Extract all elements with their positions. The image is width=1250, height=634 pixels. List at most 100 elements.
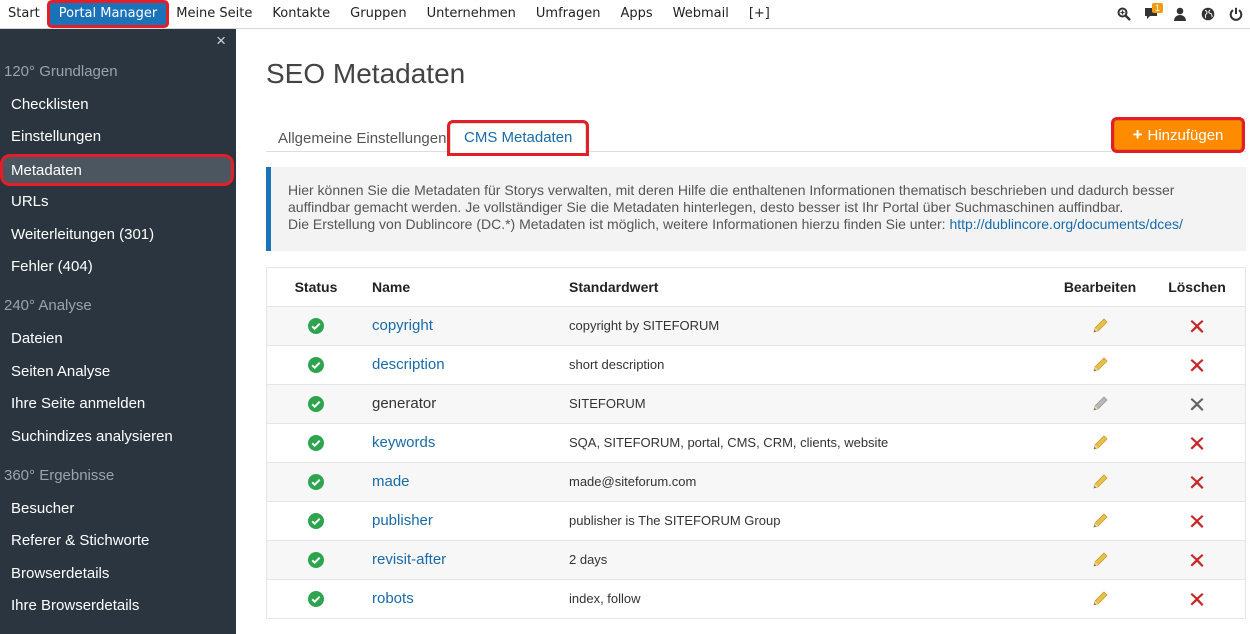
metadata-name[interactable]: revisit-after [372,541,446,579]
table-row: revisit-after 2 days [267,541,1245,580]
table-row: robots index, follow [267,580,1245,618]
delete-cross-icon[interactable] [1157,463,1237,501]
edit-pencil-icon[interactable] [1047,502,1153,540]
metadata-default-value: index, follow [569,591,641,606]
edit-pencil-icon[interactable] [1047,307,1153,345]
top-nav-items: Start Portal Manager Meine Seite Kontakte Gr… [0,0,780,28]
sidebar-item-ihre-browserdetails[interactable]: Ihre Browserdetails [0,590,236,622]
status-ok-icon [267,502,365,540]
info-text-2: Die Erstellung von Dublincore (DC.*) Met… [288,216,946,232]
nav-item-umfragen[interactable]: Umfragen [526,0,611,28]
metadata-default-value: SQA, SITEFORUM, portal, CMS, CRM, client… [569,435,889,450]
edit-pencil-icon[interactable] [1047,346,1153,384]
plus-icon: + [1132,125,1143,144]
table-row: generator SITEFORUM [267,385,1245,424]
header-delete: Löschen [1168,279,1226,295]
info-box: Hier können Sie die Metadaten für Storys… [266,167,1246,251]
add-button[interactable]: + Hinzufügen [1114,120,1242,150]
delete-cross-icon[interactable] [1157,541,1237,579]
sidebar-item-fehler-404[interactable]: Fehler (404) [0,251,236,283]
add-button-label: Hinzufügen [1147,126,1224,144]
header-edit: Bearbeiten [1063,279,1137,295]
notification-badge: 1 [1152,3,1164,13]
metadata-name[interactable]: robots [372,580,414,618]
dublincore-link[interactable]: http://dublincore.org/documents/dces/ [949,216,1182,232]
sidebar-item-checklisten[interactable]: Checklisten [0,89,236,121]
table-row: copyright copyright by SITEFORUM [267,307,1245,346]
sidebar-item-suchindizes-analysieren[interactable]: Suchindizes analysieren [0,421,236,453]
sidebar-item-metadaten[interactable]: Metadaten [0,153,234,186]
top-navigation: Start Portal Manager Meine Seite Kontakte Gr… [0,0,1250,29]
table-row: description short description [267,346,1245,385]
globe-icon[interactable] [1194,0,1222,28]
top-nav-icons: 1 [1110,0,1250,28]
edit-pencil-icon[interactable] [1047,463,1153,501]
info-text-1: Hier können Sie die Metadaten für Storys… [288,182,1175,215]
metadata-default-value: SITEFORUM [569,396,646,411]
metadata-name[interactable]: copyright [372,307,433,345]
table-row: keywords SQA, SITEFORUM, portal, CMS, CRM… [267,424,1245,463]
nav-item-[interactable]: [+] [739,0,780,28]
sidebar-item-dateien[interactable]: Dateien [0,323,236,355]
metadata-name: generator [372,395,437,412]
sidebar-item-browserdetails[interactable]: Browserdetails [0,558,236,590]
status-ok-icon [267,307,365,345]
delete-cross-icon[interactable] [1157,346,1237,384]
sidebar-item-weiterleitungen-301[interactable]: Weiterleitungen (301) [0,219,236,251]
sidebar-item-referer-stichworte[interactable]: Referer & Stichworte [0,525,236,557]
edit-pencil-icon[interactable] [1047,580,1153,618]
sidebar-item-seiten-analyse[interactable]: Seiten Analyse [0,356,236,388]
metadata-table: Status Name Standardwert Bearbeiten Lösc… [266,267,1246,619]
tab-cms-metadata[interactable]: CMS Metadaten [450,123,587,153]
nav-item-kontakte[interactable]: Kontakte [262,0,340,28]
page-title: SEO Metadaten [266,58,466,89]
close-sidebar-icon[interactable]: × [216,31,226,51]
metadata-name[interactable]: publisher [372,502,433,540]
status-ok-icon [267,385,365,423]
nav-item-start[interactable]: Start [0,0,50,28]
nav-item-unternehmen[interactable]: Unternehmen [417,0,526,28]
user-icon[interactable] [1166,0,1194,28]
header-name: Name [372,279,411,295]
delete-cross-icon[interactable] [1157,580,1237,618]
chat-icon[interactable]: 1 [1138,0,1166,28]
status-ok-icon [267,424,365,462]
edit-pencil-icon[interactable] [1047,424,1153,462]
metadata-default-value: short description [569,357,665,372]
metadata-default-value: made@siteforum.com [569,474,697,489]
metadata-name[interactable]: made [372,463,410,501]
metadata-default-value: publisher is The SITEFORUM Group [569,513,781,528]
power-icon[interactable] [1222,0,1250,28]
header-default-value: Standardwert [569,279,659,295]
sidebar-section-title: 120° Grundlagen [4,63,118,80]
nav-item-meine-seite[interactable]: Meine Seite [166,0,262,28]
delete-cross-icon[interactable] [1157,307,1237,345]
status-ok-icon [267,346,365,384]
metadata-name[interactable]: keywords [372,424,435,462]
sidebar-item-urls[interactable]: URLs [0,186,236,218]
nav-item-gruppen[interactable]: Gruppen [340,0,416,28]
delete-cross-icon[interactable] [1157,424,1237,462]
search-icon[interactable] [1110,0,1138,28]
sidebar: × 120° Grundlagen Checklisten Einstellunge… [0,29,236,634]
table-header: Status Name Standardwert Bearbeiten Lösc… [267,268,1245,307]
sidebar-item-einstellungen[interactable]: Einstellungen [0,121,236,153]
table-row: made made@siteforum.com [267,463,1245,502]
sidebar-item-ihre-seite-anmelden[interactable]: Ihre Seite anmelden [0,388,236,420]
nav-item-portal-manager[interactable]: Portal Manager [49,3,167,25]
header-status: Status [294,279,338,295]
delete-cross-icon [1157,385,1237,423]
main-content: SEO Metadaten Allgemeine Einstellungen C… [236,29,1250,634]
tab-general-settings[interactable]: Allgemeine Einstellungen [278,130,446,147]
table-row: publisher publisher is The SITEFORUM Grou… [267,502,1245,541]
nav-item-apps[interactable]: Apps [610,0,662,28]
delete-cross-icon[interactable] [1157,502,1237,540]
nav-item-webmail[interactable]: Webmail [663,0,739,28]
metadata-name[interactable]: description [372,346,445,384]
sidebar-item-besucher[interactable]: Besucher [0,493,236,525]
sidebar-section-title: 360° Ergebnisse [4,467,115,484]
status-ok-icon [267,463,365,501]
edit-pencil-icon [1047,385,1153,423]
edit-pencil-icon[interactable] [1047,541,1153,579]
status-ok-icon [267,580,365,618]
